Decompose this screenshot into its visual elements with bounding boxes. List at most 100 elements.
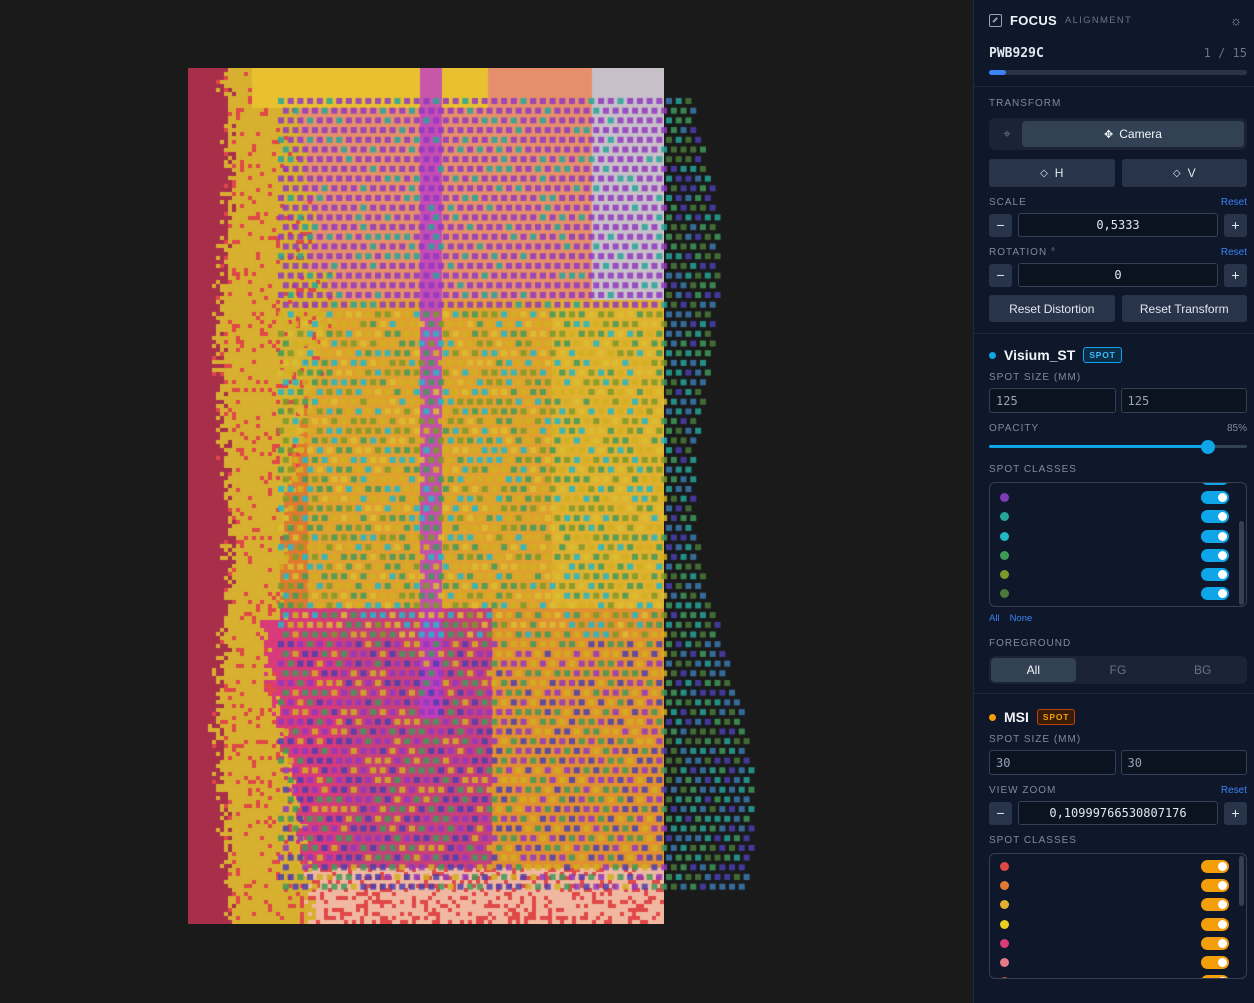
app-subtitle: ALIGNMENT [1065,14,1133,26]
msi-class-toggle[interactable] [1201,860,1229,874]
foreground-option-fg[interactable]: FG [1076,658,1161,682]
sample-progress-bar [989,70,1247,75]
theme-sun-icon[interactable]: ☼ [1230,13,1242,28]
app-brand: FOCUS [1010,12,1057,28]
scale-input[interactable]: 0,5333 [1018,213,1218,237]
move-icon: ✥ [1104,128,1114,141]
msi-spot-size-y[interactable]: 30 [1120,750,1247,775]
scale-decrement-button[interactable]: − [989,213,1012,237]
msi-class-row[interactable] [990,876,1246,895]
visium-class-color-swatch [1000,483,1009,484]
foreground-option-bg[interactable]: BG [1160,658,1245,682]
msi-layer-section: MSI SPOT SPOT SIZE (MM) 30 30 VIEW ZOOM … [974,694,1254,979]
opacity-slider-thumb[interactable] [1201,440,1216,454]
view-zoom-decrement-button[interactable]: − [989,801,1012,825]
msi-class-row[interactable] [990,934,1246,953]
sample-counter: 1 / 15 [1203,46,1247,60]
visium-type-badge: SPOT [1083,347,1122,363]
view-zoom-input[interactable]: 0,10999766530807176 [1018,801,1218,825]
select-none-classes-link[interactable]: None [1010,613,1033,624]
msi-class-color-swatch [1000,919,1009,929]
visium-class-toggle[interactable] [1201,510,1229,524]
msi-class-list [989,853,1247,979]
control-panel: FOCUS ALIGNMENT ☼ PWB929C 1 / 15 TRANSFO… [973,0,1254,1003]
visium-class-toggle[interactable] [1201,483,1229,486]
msi-spot-classes-label: SPOT CLASSES [989,835,1077,846]
visium-color-dot [989,351,996,359]
msi-spot-size-label: SPOT SIZE (MM) [989,734,1082,745]
msi-type-badge: SPOT [1036,709,1076,725]
visium-spot-size-x[interactable]: 125 [989,388,1116,413]
visium-class-list [989,482,1247,607]
visium-class-row[interactable] [990,507,1246,526]
view-zoom-label: VIEW ZOOM [989,785,1057,796]
select-all-classes-link[interactable]: All [989,613,1000,624]
msi-class-toggle[interactable] [1201,956,1229,970]
msi-class-color-swatch [1000,862,1009,872]
visium-class-toggle[interactable] [1201,491,1229,505]
crosshair-mode-icon[interactable]: ⌖ [992,126,1022,142]
flip-v-icon: ◇ [1172,167,1181,179]
visium-class-row[interactable] [990,584,1246,603]
msi-class-toggle[interactable] [1201,975,1229,978]
visium-class-color-swatch [1000,531,1009,541]
rotation-label: ROTATION ° [989,247,1056,258]
rotation-decrement-button[interactable]: − [989,263,1012,287]
flip-vertical-button[interactable]: ◇ V [1121,159,1247,187]
focus-logo-icon [989,13,1002,27]
msi-class-row[interactable] [990,857,1246,876]
msi-class-row[interactable] [990,972,1246,978]
opacity-slider[interactable] [989,440,1247,454]
msi-class-toggle[interactable] [1201,917,1229,931]
rotation-reset-link[interactable]: Reset [1221,247,1247,258]
transform-mode-toggle: ⌖ ✥ Camera [989,118,1247,150]
msi-spot-size-x[interactable]: 30 [989,750,1116,775]
visium-class-toggle[interactable] [1201,548,1229,562]
rotation-input[interactable]: 0 [1018,263,1218,287]
foreground-option-all[interactable]: All [991,658,1076,682]
visium-class-scrollbar[interactable] [1239,521,1244,605]
visium-class-color-swatch [1000,512,1009,522]
visium-class-color-swatch [1000,570,1009,580]
flip-v-label: V [1187,166,1196,180]
visium-class-toggle[interactable] [1201,568,1229,582]
msi-class-row[interactable] [990,953,1246,972]
visium-class-row[interactable] [990,565,1246,584]
view-zoom-increment-button[interactable]: + [1224,801,1247,825]
visium-spot-size-label: SPOT SIZE (MM) [989,372,1082,383]
alignment-viewport[interactable] [0,0,973,1003]
msi-class-color-swatch [1000,977,1009,978]
visium-spot-classes-label: SPOT CLASSES [989,464,1077,475]
msi-class-toggle[interactable] [1201,898,1229,912]
reset-distortion-button[interactable]: Reset Distortion [989,295,1115,322]
scale-increment-button[interactable]: + [1224,213,1247,237]
msi-class-toggle[interactable] [1201,936,1229,950]
scale-reset-link[interactable]: Reset [1221,197,1247,208]
msi-color-dot [989,713,996,721]
scale-label: SCALE [989,197,1027,208]
msi-class-color-swatch [1000,900,1009,910]
reset-transform-button[interactable]: Reset Transform [1121,295,1247,322]
visium-class-toggle[interactable] [1201,529,1229,543]
visium-spot-layer [188,68,768,898]
visium-class-color-swatch [1000,589,1009,599]
visium-class-color-swatch [1000,550,1009,560]
msi-class-row[interactable] [990,915,1246,934]
camera-mode-button[interactable]: ✥ Camera [1022,121,1244,147]
flip-horizontal-button[interactable]: ◇ H [989,159,1115,187]
msi-class-scrollbar[interactable] [1239,856,1244,906]
visium-class-row[interactable] [990,546,1246,565]
visium-class-toggle[interactable] [1201,587,1229,601]
camera-mode-label: Camera [1119,127,1162,141]
msi-class-row[interactable] [990,895,1246,914]
msi-class-toggle[interactable] [1201,879,1229,893]
rotation-increment-button[interactable]: + [1224,263,1247,287]
visium-class-row[interactable] [990,488,1246,507]
visium-spot-size-y[interactable]: 125 [1120,388,1247,413]
visium-layer-name: Visium_ST [1004,347,1076,363]
sample-name: PWB929C [989,45,1044,61]
visium-class-row[interactable] [990,527,1246,546]
sample-progress-fill [989,70,1007,75]
panel-header-section: FOCUS ALIGNMENT ☼ PWB929C 1 / 15 [974,0,1254,87]
view-zoom-reset-link[interactable]: Reset [1221,785,1247,796]
